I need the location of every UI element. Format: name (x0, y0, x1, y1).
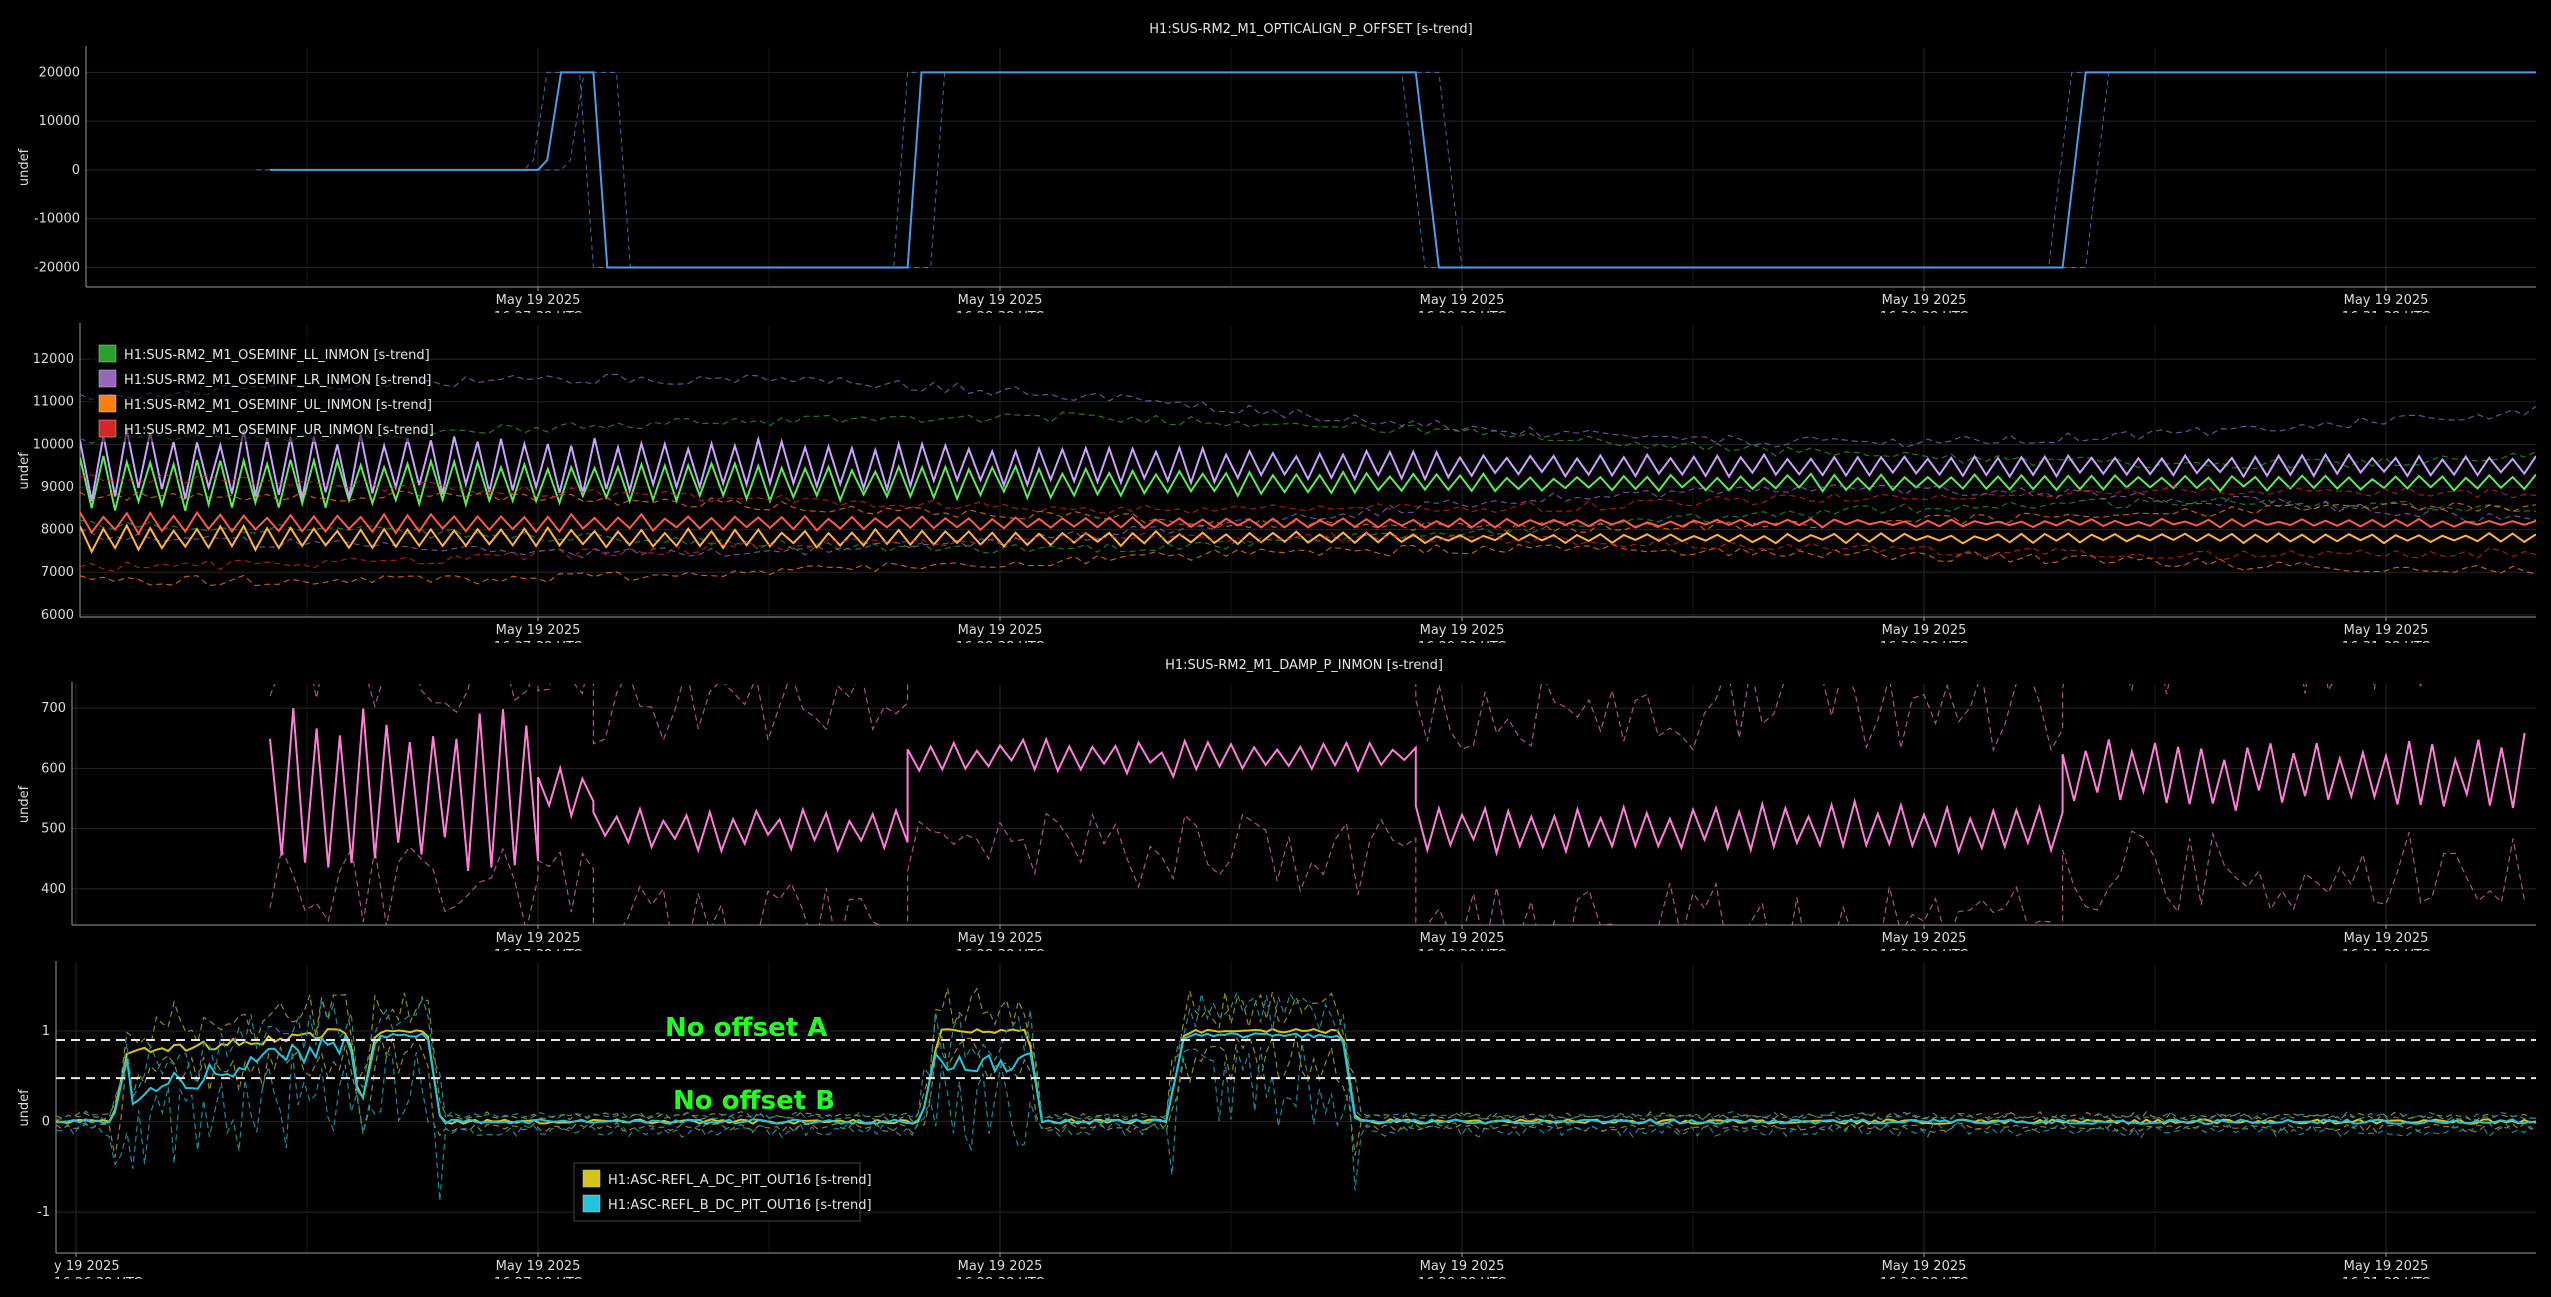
x-tick-date: May 19 2025 (1882, 931, 1967, 946)
y-tick-label: 600 (41, 761, 66, 776)
annotation-label: No offset A (665, 1013, 827, 1043)
legend-swatch (582, 1169, 601, 1188)
x-tick-date: May 19 2025 (958, 1259, 1043, 1274)
y-axis-label: undef (17, 1089, 32, 1127)
x-tick-date: May 19 2025 (2344, 293, 2429, 308)
annotation-label: No offset B (673, 1086, 835, 1116)
y-axis-label: undef (17, 785, 32, 823)
x-tick-date: May 19 2025 (958, 293, 1043, 308)
y-tick-label: 8000 (41, 523, 74, 538)
y-tick-label: 7000 (41, 565, 74, 580)
legend-label: H1:SUS-RM2_M1_OSEMINF_UR_INMON [s-trend] (124, 423, 434, 438)
panel-title: H1:SUS-RM2_M1_OPTICALIGN_P_OFFSET [s-tre… (1149, 22, 1472, 37)
legend-swatch (98, 344, 117, 363)
x-tick-date: May 19 2025 (958, 931, 1043, 946)
x-tick-date: May 19 2025 (1420, 293, 1505, 308)
legend-label: H1:SUS-RM2_M1_OSEMINF_LR_INMON [s-trend] (124, 373, 432, 388)
y-tick-label: -20000 (34, 260, 80, 275)
y-tick-label: 1 (42, 1024, 50, 1039)
chart-figure: H1:SUS-RM2_M1_OPTICALIGN_P_OFFSET [s-tre… (0, 0, 2551, 1297)
x-tick-date: May 19 2025 (496, 931, 581, 946)
x-tick-date: May 19 2025 (496, 293, 581, 308)
x-tick-date: May 19 2025 (1882, 623, 1967, 638)
legend-swatch (582, 1194, 601, 1213)
y-tick-label: 700 (41, 701, 66, 716)
y-tick-label: 9000 (41, 480, 74, 495)
legend-label: H1:SUS-RM2_M1_OSEMINF_LL_INMON [s-trend] (124, 348, 430, 363)
y-tick-label: 6000 (41, 608, 74, 623)
legend: H1:SUS-RM2_M1_OSEMINF_LL_INMON [s-trend]… (90, 334, 434, 442)
y-tick-label: 0 (72, 163, 80, 178)
x-tick-date: May 19 2025 (958, 623, 1043, 638)
x-tick-date: May 19 2025 (1882, 293, 1967, 308)
y-tick-label: 0 (42, 1115, 50, 1130)
y-tick-label: 20000 (39, 65, 80, 80)
x-tick-date: May 19 2025 (2344, 1259, 2429, 1274)
legend-swatch (98, 369, 117, 388)
legend-label: H1:ASC-REFL_A_DC_PIT_OUT16 [s-trend] (608, 1173, 872, 1188)
x-tick-date: May 19 2025 (2344, 623, 2429, 638)
x-tick-date: May 19 2025 (496, 1259, 581, 1274)
y-tick-label: 12000 (33, 352, 74, 367)
y-tick-label: 500 (41, 822, 66, 837)
x-tick-date: May 19 2025 (1420, 931, 1505, 946)
x-tick-date: May 19 2025 (1420, 1259, 1505, 1274)
legend: H1:ASC-REFL_A_DC_PIT_OUT16 [s-trend] H1:A… (573, 1162, 872, 1222)
y-tick-label: 11000 (33, 395, 74, 410)
y-tick-label: 10000 (33, 437, 74, 452)
y-tick-label: -10000 (34, 212, 80, 227)
y-tick-label: 400 (41, 882, 66, 897)
x-tick-date: May 19 2025 (1420, 623, 1505, 638)
y-axis-label: undef (17, 148, 32, 186)
x-tick-date: May 19 2025 (1882, 1259, 1967, 1274)
y-tick-label: -1 (37, 1205, 50, 1220)
panel-title: H1:SUS-RM2_M1_DAMP_P_INMON [s-trend] (1165, 658, 1443, 673)
x-tick-date: May 19 2025 (2344, 931, 2429, 946)
x-tick-date: May 19 2025 (496, 623, 581, 638)
legend-label: H1:ASC-REFL_B_DC_PIT_OUT16 [s-trend] (608, 1198, 872, 1213)
legend-label: H1:SUS-RM2_M1_OSEMINF_UL_INMON [s-trend] (124, 398, 432, 413)
y-tick-label: 10000 (39, 114, 80, 129)
y-axis-label: undef (17, 452, 32, 490)
x-tick-date: y 19 2025 (54, 1259, 120, 1274)
legend-swatch (98, 419, 117, 438)
legend-swatch (98, 394, 117, 413)
